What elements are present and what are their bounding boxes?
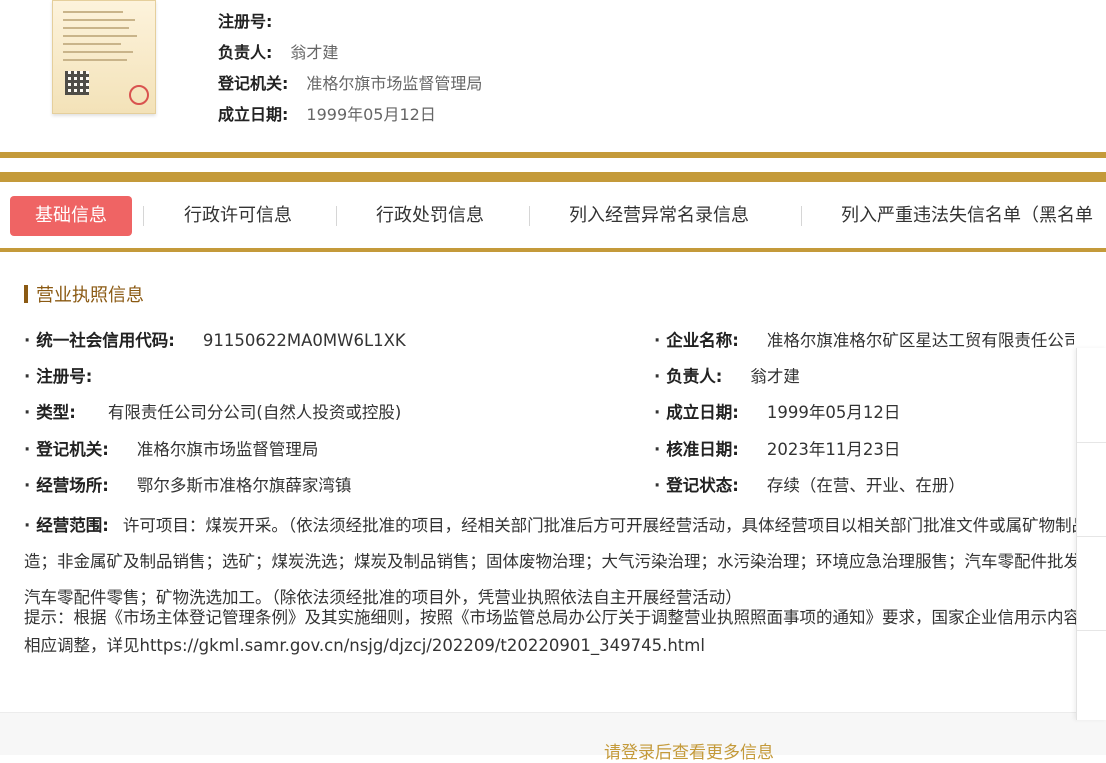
tab-basic-info[interactable]: 基础信息 [10, 196, 132, 236]
field-reg-no: · 注册号: [24, 367, 93, 386]
business-scope: · 经营范围: 许可项目：煤炭开采。（依法须经批准的项目，经相关部门批准后方可开展经… [24, 516, 1105, 607]
field-address: · 经营场所: 鄂尔多斯市准格尔旗薛家湾镇 [24, 476, 352, 495]
header-date: 成立日期: 1999年05月12日 [218, 105, 436, 124]
field-type: · 类型: 有限责任公司分公司(自然人投资或控股) [24, 403, 402, 422]
qr-code-icon [65, 71, 89, 95]
login-more-link[interactable]: 请登录后查看更多信息 [604, 738, 774, 763]
seal-icon [129, 85, 149, 105]
tab-separator [336, 206, 337, 226]
tab-abnormal-list[interactable]: 列入经营异常名录信息 [569, 196, 749, 236]
gold-divider [0, 172, 1106, 182]
tab-admin-penalty[interactable]: 行政处罚信息 [376, 196, 484, 236]
tab-blacklist[interactable]: 列入严重违法失信名单（黑名单 [841, 196, 1106, 236]
tab-separator [529, 206, 530, 226]
section-title: 营业执照信息 [24, 281, 144, 307]
tab-separator [801, 206, 802, 226]
header-person: 负责人: 翁才建 [218, 43, 339, 62]
section-marker [24, 285, 28, 303]
gold-divider [0, 152, 1106, 158]
notice-tip: 提示：根据《市场主体登记管理条例》及其实施细则，按照《市场监管总局办公厅关于调整… [24, 608, 1097, 655]
field-person: · 负责人: 翁才建 [654, 367, 800, 386]
tab-admin-license[interactable]: 行政许可信息 [184, 196, 292, 236]
gold-divider [0, 248, 1106, 252]
tab-separator [143, 206, 144, 226]
field-credit-code: · 统一社会信用代码: 91150622MA0MW6L1XK [24, 331, 406, 350]
field-authority: · 登记机关: 准格尔旗市场监督管理局 [24, 440, 319, 459]
license-thumbnail[interactable] [52, 0, 156, 114]
license-summary: 注册号: 负责人: 翁才建 登记机关: 准格尔旗市场监督管理局 成立日期: 1999年… [0, 0, 1106, 152]
field-status: · 登记状态: 存续（在营、开业、在册） [654, 476, 965, 495]
floating-side-panel[interactable] [1076, 348, 1106, 720]
info-tabs: 基础信息 行政许可信息 行政处罚信息 列入经营异常名录信息 列入严重违法失信名单… [0, 196, 1106, 236]
header-reg-no: 注册号: [218, 12, 273, 31]
field-approval-date: · 核准日期: 2023年11月23日 [654, 440, 901, 459]
footer-band [0, 712, 1106, 755]
field-established-date: · 成立日期: 1999年05月12日 [654, 403, 901, 422]
field-company-name: · 企业名称: 准格尔旗准格尔矿区星达工贸有限责任公司 [654, 331, 1074, 350]
header-authority: 登记机关: 准格尔旗市场监督管理局 [218, 74, 483, 93]
